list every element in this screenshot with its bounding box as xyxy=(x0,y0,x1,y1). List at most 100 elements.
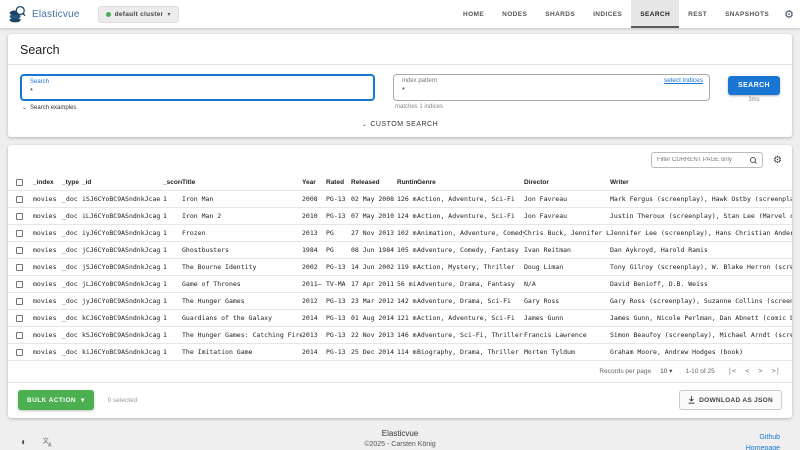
cell-title: Frozen xyxy=(182,225,302,241)
index-pattern-input[interactable]: Index pattern * select indices xyxy=(393,74,710,101)
column-header-runtime[interactable]: Runtime xyxy=(397,175,417,190)
table-row[interactable]: movies_docjLJ6CYoBC9ASndnkJcag1Game of T… xyxy=(8,275,792,292)
cluster-status-dot xyxy=(106,12,111,17)
cell-title: The Hunger Games xyxy=(182,293,302,309)
cell-title: The Bourne Identity xyxy=(182,259,302,275)
previous-page-icon[interactable]: < xyxy=(745,367,749,375)
row-checkbox[interactable] xyxy=(16,264,23,271)
table-filter-field[interactable] xyxy=(651,152,763,168)
download-icon xyxy=(688,396,695,404)
nav-tab-nodes[interactable]: NODES xyxy=(493,0,536,28)
table-row[interactable]: movies_dociLJ6CYoBC9ASndnkJcag1Iron Man … xyxy=(8,207,792,224)
table-settings-gear-icon[interactable]: ⚙ xyxy=(773,155,782,166)
table-row[interactable]: movies_dockCJ6CYoBC9ASndnkJcag1Guardians… xyxy=(8,309,792,326)
nav-tab-shards[interactable]: SHARDS xyxy=(536,0,584,28)
cell-director: Morten Tyldum xyxy=(524,344,610,360)
cell-year: 2010 xyxy=(302,208,326,224)
records-per-page-select[interactable]: 10 ▾ xyxy=(660,367,672,375)
table-row[interactable]: movies_dociyJ6CYoBC9ASndnkJcag1Frozen201… xyxy=(8,224,792,241)
settings-gear-icon[interactable]: ⚙ xyxy=(784,8,794,21)
results-card: ⚙ _index_type_id_scoreTitleYearRatedRele… xyxy=(8,145,792,418)
column-header-year[interactable]: Year xyxy=(302,175,326,190)
selected-count: 0 selected xyxy=(108,397,138,404)
cell-writer: Justin Theroux (screenplay), Stan Lee (M… xyxy=(610,208,792,224)
cell-index: movies xyxy=(33,276,62,292)
row-checkbox[interactable] xyxy=(16,196,23,203)
row-checkbox[interactable] xyxy=(16,213,23,220)
cell-genre: Action, Adventure, Sci-Fi xyxy=(417,310,524,326)
column-header-writer[interactable]: Writer xyxy=(610,175,792,190)
cell-released: 01 Aug 2014 xyxy=(351,310,397,326)
search-card: Search Search * ⌄Search examples Index p… xyxy=(8,34,792,137)
custom-search-toggle[interactable]: ⌄CUSTOM SEARCH xyxy=(8,113,792,137)
cell-rated: PG-13 xyxy=(326,259,351,275)
cell-title: Game of Thrones xyxy=(182,276,302,292)
download-json-button[interactable]: DOWNLOAD AS JSON xyxy=(679,390,782,410)
search-button[interactable]: SEARCH xyxy=(728,76,780,95)
cell-id: iSJ6CYoBC9ASndnkJcae xyxy=(82,191,163,207)
cell-rated: PG-13 xyxy=(326,208,351,224)
cell-index: movies xyxy=(33,310,62,326)
cell-year: 2011– xyxy=(302,276,326,292)
footer-link-github[interactable]: Github xyxy=(746,432,780,443)
search-examples-toggle[interactable]: ⌄Search examples xyxy=(20,104,375,111)
cell-released: 17 Apr 2011 xyxy=(351,276,397,292)
search-query-input[interactable]: Search * xyxy=(20,74,375,101)
brand[interactable]: Elasticvue xyxy=(8,5,80,24)
row-checkbox[interactable] xyxy=(16,332,23,339)
table-row[interactable]: movies_docjCJ6CYoBC9ASndnkJcag1Ghostbust… xyxy=(8,241,792,258)
footer-link-homepage[interactable]: Homepage xyxy=(746,443,780,450)
cell-id: iyJ6CYoBC9ASndnkJcag xyxy=(82,225,163,241)
table-row[interactable]: movies_dockSJ6CYoBC9ASndnkJcag1The Hunge… xyxy=(8,326,792,343)
row-checkbox[interactable] xyxy=(16,230,23,237)
cell-released: 25 Dec 2014 xyxy=(351,344,397,360)
brand-name: Elasticvue xyxy=(32,9,80,20)
last-page-icon[interactable]: >| xyxy=(772,367,780,375)
cell-writer: Simon Beaufoy (screenplay), Michael Arnd… xyxy=(610,327,792,343)
table-row[interactable]: movies_docjyJ6CYoBC9ASndnkJcag1The Hunge… xyxy=(8,292,792,309)
cell-genre: Adventure, Comedy, Fantasy xyxy=(417,242,524,258)
column-header-type[interactable]: _type xyxy=(62,175,82,190)
theme-toggle-icon[interactable]: ◐ xyxy=(16,434,32,450)
row-checkbox[interactable] xyxy=(16,281,23,288)
column-header-id[interactable]: _id xyxy=(82,175,163,190)
nav-tab-snapshots[interactable]: SNAPSHOTS xyxy=(716,0,778,28)
table-row[interactable]: movies_docjSJ6CYoBC9ASndnkJcag1The Bourn… xyxy=(8,258,792,275)
table-row[interactable]: movies_dockiJ6CYoBC9ASndnkJcag1The Imita… xyxy=(8,343,792,360)
nav-tab-search[interactable]: SEARCH xyxy=(631,0,679,28)
column-header-released[interactable]: Released xyxy=(351,175,397,190)
row-checkbox[interactable] xyxy=(16,247,23,254)
language-translate-icon[interactable]: 文 A xyxy=(40,434,56,450)
cell-score: 1 xyxy=(163,293,182,309)
cluster-select-button[interactable]: default cluster ▾ xyxy=(98,6,179,23)
column-header-rated[interactable]: Rated xyxy=(326,175,351,190)
footer-copyright: ©2025 - Carsten König xyxy=(18,441,782,448)
column-header-title[interactable]: Title xyxy=(182,175,302,190)
cell-type: _doc xyxy=(62,225,82,241)
row-checkbox[interactable] xyxy=(16,298,23,305)
next-page-icon[interactable]: > xyxy=(758,367,762,375)
cell-year: 2002 xyxy=(302,259,326,275)
bulk-action-button[interactable]: BULK ACTION ▾ xyxy=(18,390,94,410)
nav-tab-home[interactable]: HOME xyxy=(454,0,493,28)
column-header-genre[interactable]: Genre xyxy=(417,175,524,190)
cell-runtime: 102 min xyxy=(397,225,417,241)
chevron-down-icon: ▾ xyxy=(669,368,672,375)
first-page-icon[interactable]: |< xyxy=(728,367,736,375)
column-header-index[interactable]: _index xyxy=(33,175,62,190)
cell-year: 2008 xyxy=(302,191,326,207)
column-header-director[interactable]: Director xyxy=(524,175,610,190)
select-all-checkbox[interactable] xyxy=(16,179,23,186)
nav-tab-rest[interactable]: REST xyxy=(679,0,716,28)
table-row[interactable]: movies_dociSJ6CYoBC9ASndnkJcae1Iron Man2… xyxy=(8,190,792,207)
cell-index: movies xyxy=(33,208,62,224)
cell-id: jCJ6CYoBC9ASndnkJcag xyxy=(82,242,163,258)
table-filter-input[interactable] xyxy=(657,157,750,163)
cell-type: _doc xyxy=(62,293,82,309)
select-indices-link[interactable]: select indices xyxy=(664,77,703,84)
row-checkbox[interactable] xyxy=(16,349,23,356)
cell-rated: PG-13 xyxy=(326,191,351,207)
column-header-score[interactable]: _score xyxy=(163,175,182,190)
nav-tab-indices[interactable]: INDICES xyxy=(584,0,631,28)
row-checkbox[interactable] xyxy=(16,315,23,322)
